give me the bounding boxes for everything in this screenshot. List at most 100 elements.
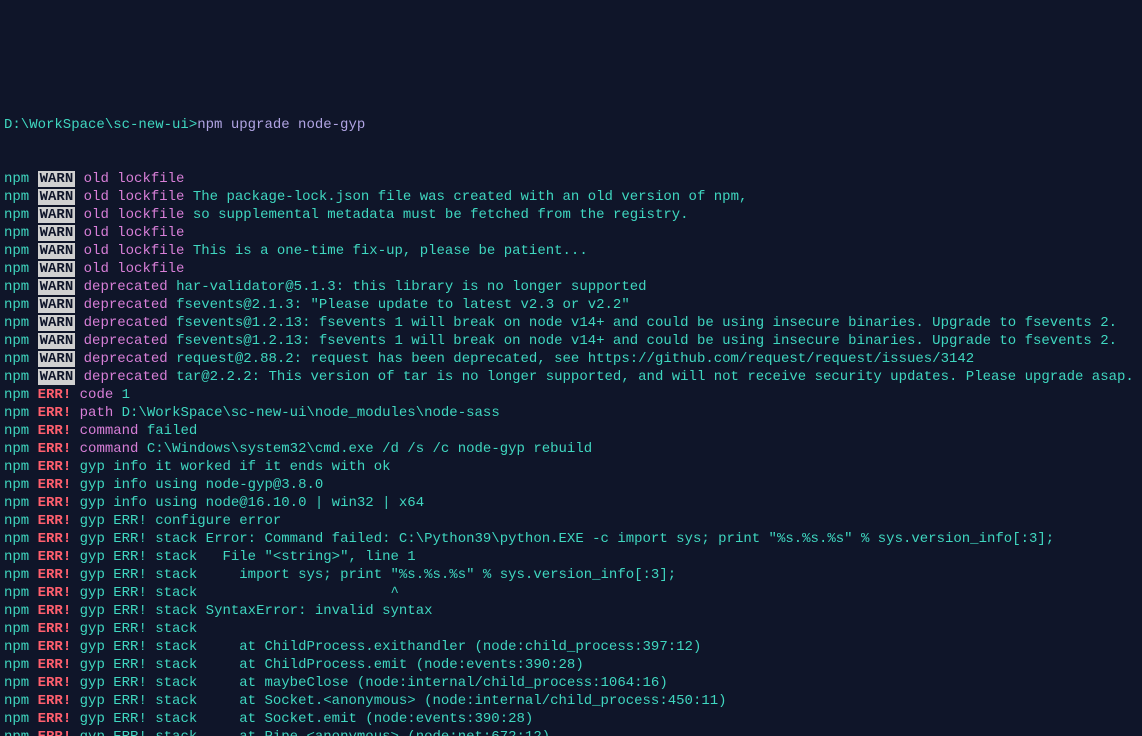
- log-message: so supplemental metadata must be fetched…: [193, 207, 689, 223]
- log-line: npm WARN old lockfile: [4, 224, 1142, 242]
- npm-prefix: npm: [4, 693, 29, 709]
- npm-prefix: npm: [4, 261, 29, 277]
- log-line: npm ERR! gyp ERR! stack at maybeClose (n…: [4, 674, 1142, 692]
- npm-prefix: npm: [4, 711, 29, 727]
- log-line: npm ERR! gyp info using node-gyp@3.8.0: [4, 476, 1142, 494]
- log-message: fsevents@1.2.13: fsevents 1 will break o…: [176, 315, 1117, 331]
- err-badge: ERR!: [38, 495, 72, 511]
- log-message: request@2.88.2: request has been depreca…: [176, 351, 974, 367]
- log-line: npm ERR! code 1: [4, 386, 1142, 404]
- npm-prefix: npm: [4, 351, 29, 367]
- npm-prefix: npm: [4, 657, 29, 673]
- log-line: npm WARN deprecated fsevents@1.2.13: fse…: [4, 332, 1142, 350]
- npm-prefix: npm: [4, 279, 29, 295]
- log-line: npm ERR! gyp ERR! stack at ChildProcess.…: [4, 656, 1142, 674]
- log-message: gyp ERR! stack at Socket.emit (node:even…: [80, 711, 534, 727]
- log-message: failed: [147, 423, 197, 439]
- log-line: npm ERR! gyp ERR! stack at Pipe.<anonymo…: [4, 728, 1142, 736]
- err-badge: ERR!: [38, 585, 72, 601]
- log-line: npm ERR! gyp ERR! configure error: [4, 512, 1142, 530]
- warn-badge: WARN: [38, 225, 76, 241]
- log-line: npm WARN old lockfile: [4, 170, 1142, 188]
- log-line: npm WARN old lockfile: [4, 260, 1142, 278]
- log-line: npm ERR! gyp ERR! stack at ChildProcess.…: [4, 638, 1142, 656]
- npm-prefix: npm: [4, 243, 29, 259]
- log-message: gyp ERR! stack: [80, 621, 198, 637]
- log-key: path: [80, 405, 114, 421]
- log-message: C:\Windows\system32\cmd.exe /d /s /c nod…: [147, 441, 592, 457]
- npm-prefix: npm: [4, 441, 29, 457]
- npm-prefix: npm: [4, 495, 29, 511]
- log-line: npm ERR! gyp ERR! stack at Socket.<anony…: [4, 692, 1142, 710]
- err-badge: ERR!: [38, 459, 72, 475]
- log-message: The package-lock.json file was created w…: [193, 189, 748, 205]
- log-message: This is a one-time fix-up, please be pat…: [193, 243, 588, 259]
- log-key: deprecated: [84, 315, 168, 331]
- log-key: old lockfile: [84, 189, 185, 205]
- npm-prefix: npm: [4, 729, 29, 736]
- log-message: tar@2.2.2: This version of tar is no lon…: [176, 369, 1134, 385]
- npm-prefix: npm: [4, 207, 29, 223]
- npm-prefix: npm: [4, 225, 29, 241]
- log-message: gyp ERR! stack at Pipe.<anonymous> (node…: [80, 729, 550, 736]
- npm-prefix: npm: [4, 585, 29, 601]
- err-badge: ERR!: [38, 657, 72, 673]
- err-badge: ERR!: [38, 531, 72, 547]
- log-message: gyp ERR! stack at ChildProcess.exithandl…: [80, 639, 702, 655]
- npm-prefix: npm: [4, 189, 29, 205]
- log-message: gyp ERR! stack Error: Command failed: C:…: [80, 531, 1055, 547]
- prompt-line: D:\WorkSpace\sc-new-ui>npm upgrade node-…: [4, 116, 1142, 134]
- npm-prefix: npm: [4, 621, 29, 637]
- err-badge: ERR!: [38, 513, 72, 529]
- log-line: npm ERR! command C:\Windows\system32\cmd…: [4, 440, 1142, 458]
- npm-prefix: npm: [4, 567, 29, 583]
- log-key: deprecated: [84, 369, 168, 385]
- err-badge: ERR!: [38, 621, 72, 637]
- log-message: gyp ERR! stack ^: [80, 585, 399, 601]
- log-line: npm WARN deprecated request@2.88.2: requ…: [4, 350, 1142, 368]
- err-badge: ERR!: [38, 567, 72, 583]
- terminal-output[interactable]: D:\WorkSpace\sc-new-ui>npm upgrade node-…: [4, 80, 1142, 736]
- log-line: npm WARN deprecated fsevents@2.1.3: "Ple…: [4, 296, 1142, 314]
- npm-prefix: npm: [4, 423, 29, 439]
- npm-prefix: npm: [4, 171, 29, 187]
- log-message: fsevents@2.1.3: "Please update to latest…: [176, 297, 630, 313]
- log-message: gyp info it worked if it ends with ok: [80, 459, 391, 475]
- npm-prefix: npm: [4, 459, 29, 475]
- log-key: deprecated: [84, 297, 168, 313]
- err-badge: ERR!: [38, 729, 72, 736]
- log-line: npm WARN deprecated fsevents@1.2.13: fse…: [4, 314, 1142, 332]
- log-key: command: [80, 423, 139, 439]
- typed-command: npm upgrade node-gyp: [197, 117, 365, 133]
- log-line: npm ERR! gyp ERR! stack Error: Command f…: [4, 530, 1142, 548]
- log-line: npm WARN old lockfile The package-lock.j…: [4, 188, 1142, 206]
- log-message: gyp ERR! stack at Socket.<anonymous> (no…: [80, 693, 727, 709]
- log-key: old lockfile: [84, 261, 185, 277]
- err-badge: ERR!: [38, 441, 72, 457]
- log-message: fsevents@1.2.13: fsevents 1 will break o…: [176, 333, 1117, 349]
- warn-badge: WARN: [38, 279, 76, 295]
- log-line: npm ERR! gyp ERR! stack import sys; prin…: [4, 566, 1142, 584]
- log-key: old lockfile: [84, 225, 185, 241]
- log-message: 1: [122, 387, 130, 403]
- log-key: deprecated: [84, 279, 168, 295]
- err-badge: ERR!: [38, 405, 72, 421]
- log-line: npm ERR! gyp info it worked if it ends w…: [4, 458, 1142, 476]
- npm-prefix: npm: [4, 333, 29, 349]
- npm-prefix: npm: [4, 531, 29, 547]
- warn-badge: WARN: [38, 207, 76, 223]
- warn-badge: WARN: [38, 171, 76, 187]
- log-key: code: [80, 387, 114, 403]
- err-badge: ERR!: [38, 711, 72, 727]
- err-badge: ERR!: [38, 387, 72, 403]
- npm-prefix: npm: [4, 549, 29, 565]
- log-line: npm ERR! gyp ERR! stack: [4, 620, 1142, 638]
- log-message: D:\WorkSpace\sc-new-ui\node_modules\node…: [122, 405, 500, 421]
- log-message: gyp ERR! stack import sys; print "%s.%s.…: [80, 567, 677, 583]
- log-key: deprecated: [84, 351, 168, 367]
- log-message: gyp ERR! stack SyntaxError: invalid synt…: [80, 603, 433, 619]
- log-message: gyp info using node@16.10.0 | win32 | x6…: [80, 495, 424, 511]
- npm-prefix: npm: [4, 369, 29, 385]
- shell-prompt: D:\WorkSpace\sc-new-ui>: [4, 117, 197, 133]
- warn-badge: WARN: [38, 351, 76, 367]
